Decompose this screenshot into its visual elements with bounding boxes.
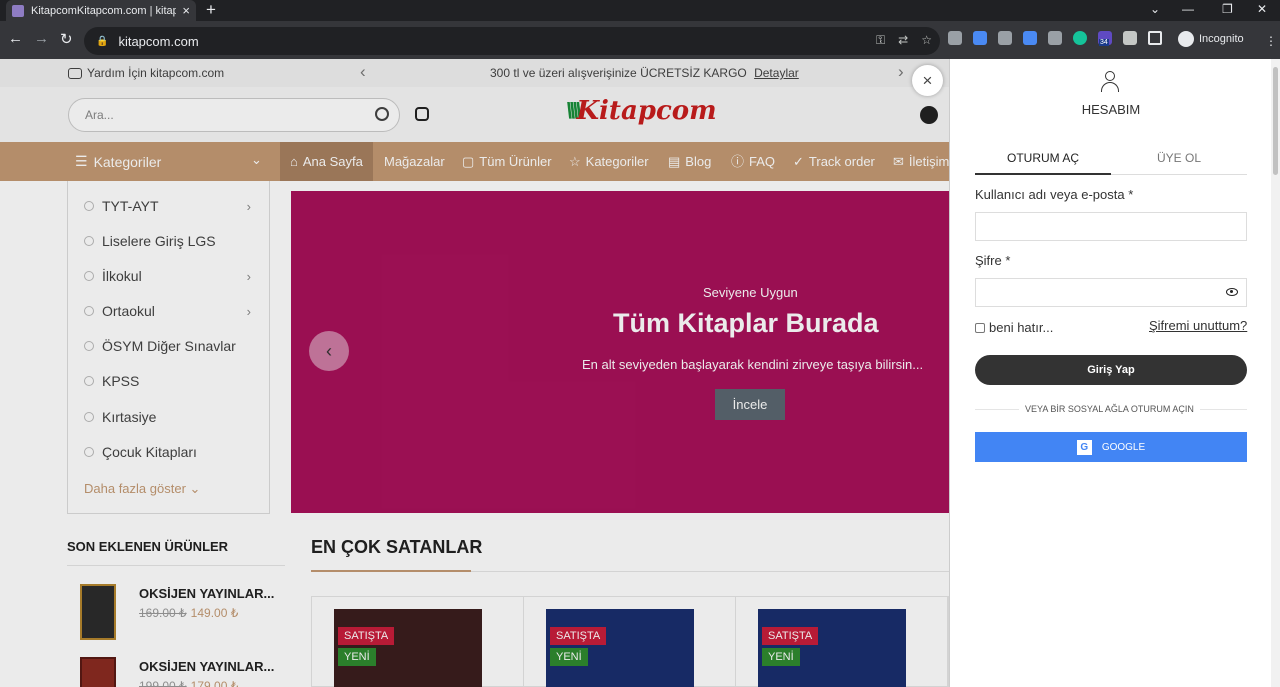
tab-close-button[interactable]: ×: [182, 3, 190, 18]
new-tab-button[interactable]: +: [206, 0, 216, 20]
social-divider: VEYA BİR SOSYAL AĞLA OTURUM AÇIN: [975, 404, 1247, 414]
side-panel-icon[interactable]: [1148, 31, 1162, 45]
social-divider-text: VEYA BİR SOSYAL AĞLA OTURUM AÇIN: [1019, 404, 1200, 414]
incognito-icon: [1178, 31, 1194, 47]
back-button[interactable]: ←: [8, 30, 23, 47]
reload-button[interactable]: ↻: [60, 30, 73, 48]
username-label: Kullanıcı adı veya e-posta *: [975, 187, 1134, 202]
url-text: kitapcom.com: [118, 33, 199, 49]
incognito-indicator[interactable]: Incognito: [1178, 31, 1244, 47]
bookmark-star-icon[interactable]: ☆: [921, 33, 932, 48]
remember-me[interactable]: beni hatır...: [975, 320, 1053, 335]
grammarly-icon[interactable]: [1073, 31, 1087, 45]
translate-extension-icon[interactable]: [1023, 31, 1037, 45]
translate-icon[interactable]: ⇄: [898, 33, 908, 48]
account-tabs: OTURUM AÇ ÜYE OL: [975, 145, 1247, 175]
password-field[interactable]: [975, 278, 1247, 307]
eye-icon[interactable]: [1226, 288, 1238, 296]
password-label: Şifre *: [975, 253, 1011, 268]
maximize-button[interactable]: ❐: [1222, 0, 1233, 21]
extensions-area: 34: [948, 31, 1162, 46]
username-field[interactable]: [975, 212, 1247, 241]
tab-login[interactable]: OTURUM AÇ: [975, 151, 1111, 175]
close-window-button[interactable]: ✕: [1257, 0, 1267, 21]
overlay-scrim[interactable]: [0, 59, 949, 687]
tab-title: KitapcomKitapcom.com | kitapc: [31, 4, 177, 17]
extension-badge-icon[interactable]: 34: [1098, 31, 1112, 46]
remember-checkbox[interactable]: [975, 322, 985, 333]
lock-icon: 🔒: [96, 35, 109, 47]
browser-menu-icon[interactable]: ⋮: [1265, 32, 1277, 53]
tab-search-button[interactable]: ⌄: [1150, 0, 1160, 21]
google-icon: G: [1076, 439, 1092, 455]
extension-icon[interactable]: [998, 31, 1012, 45]
account-panel: HESABIM OTURUM AÇ ÜYE OL Kullanıcı adı v…: [949, 59, 1271, 687]
browser-tab[interactable]: KitapcomKitapcom.com | kitapc ×: [6, 0, 196, 21]
key-icon[interactable]: ⚿: [876, 33, 885, 48]
user-icon: [1100, 71, 1120, 93]
favicon-icon: [12, 4, 24, 17]
scrollbar-thumb[interactable]: [1273, 67, 1278, 175]
login-button[interactable]: Giriş Yap: [975, 355, 1247, 385]
extension-icon[interactable]: [948, 31, 962, 45]
extension-badge: 34: [1099, 39, 1109, 46]
google-button-label: GOOGLE: [1101, 441, 1146, 453]
forgot-password-link[interactable]: Şifremi unuttum?: [1149, 318, 1247, 333]
extension-icon[interactable]: [973, 31, 987, 45]
forward-button[interactable]: →: [34, 30, 49, 47]
address-bar[interactable]: 🔒 kitapcom.com ⚿ ⇄ ☆: [84, 27, 940, 55]
browser-tab-bar: KitapcomKitapcom.com | kitapc × + ⌄ — ❐ …: [0, 0, 1280, 21]
puzzle-icon[interactable]: [1123, 31, 1137, 45]
close-panel-button[interactable]: ×: [912, 65, 943, 96]
scrollbar[interactable]: [1271, 59, 1280, 687]
incognito-label: Incognito: [1199, 33, 1244, 45]
google-login-button[interactable]: G GOOGLE: [975, 432, 1247, 462]
remember-label: beni hatır...: [989, 320, 1054, 335]
tab-register[interactable]: ÜYE OL: [1111, 151, 1247, 165]
panel-title: HESABIM: [1081, 102, 1141, 117]
camera-icon[interactable]: [1048, 31, 1062, 45]
minimize-button[interactable]: —: [1182, 0, 1194, 21]
